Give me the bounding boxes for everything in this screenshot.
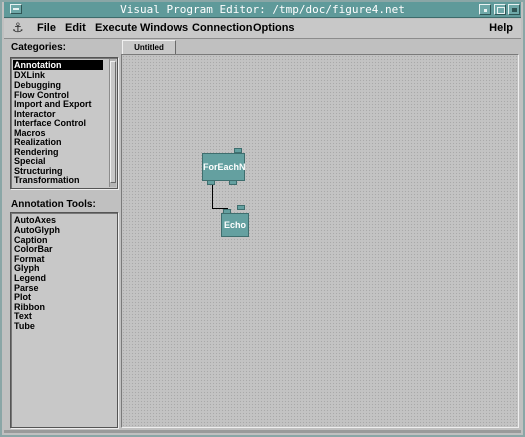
tool-item[interactable]: AutoGlyph: [13, 225, 60, 235]
tools-label: Annotation Tools:: [11, 199, 96, 210]
category-item[interactable]: DXLink: [13, 70, 45, 80]
menu-edit[interactable]: Edit: [65, 22, 86, 34]
menu-file[interactable]: File: [37, 22, 56, 34]
status-strip: [4, 430, 521, 433]
anchor-icon[interactable]: ⚓: [12, 21, 24, 36]
menu-bar: ⚓ File Edit Execute Windows Connection O…: [4, 19, 521, 39]
title-bar[interactable]: Visual Program Editor: /tmp/doc/figure4.…: [4, 2, 521, 18]
tool-item[interactable]: Plot: [13, 292, 31, 302]
categories-list[interactable]: Annotation DXLink Debugging Flow Control…: [10, 57, 118, 189]
menu-help[interactable]: Help: [489, 22, 513, 34]
category-item-annotation[interactable]: Annotation: [13, 60, 103, 70]
window-title: Visual Program Editor: /tmp/doc/figure4.…: [120, 3, 405, 16]
menu-options[interactable]: Options: [253, 22, 295, 34]
categories-scrollbar[interactable]: [109, 59, 116, 187]
node-input-port[interactable]: [237, 205, 245, 210]
tool-item[interactable]: Legend: [13, 273, 46, 283]
node-echo[interactable]: Echo: [221, 213, 249, 237]
maximize-icon[interactable]: [494, 4, 506, 15]
program-canvas[interactable]: ForEachN Echo: [121, 54, 519, 428]
menu-execute[interactable]: Execute: [95, 22, 137, 34]
connection-wire[interactable]: [212, 185, 213, 209]
tab-untitled[interactable]: Untitled: [122, 40, 176, 54]
minimize-icon[interactable]: [479, 4, 491, 15]
tool-item[interactable]: ColorBar: [13, 244, 53, 254]
category-item[interactable]: Special: [13, 156, 46, 166]
categories-scroll-thumb[interactable]: [110, 61, 116, 183]
node-foreachn[interactable]: ForEachN: [202, 153, 246, 181]
category-item[interactable]: Debugging: [13, 80, 61, 90]
node-output-port[interactable]: [207, 180, 215, 185]
tool-item[interactable]: Text: [13, 311, 32, 321]
tools-list[interactable]: AutoAxes AutoGlyph Caption ColorBar Form…: [10, 212, 118, 428]
tool-item[interactable]: AutoAxes: [13, 215, 56, 225]
close-icon[interactable]: [508, 4, 520, 15]
category-item[interactable]: Realization: [13, 137, 62, 147]
tool-item[interactable]: Tube: [13, 321, 35, 331]
node-output-port[interactable]: [229, 180, 237, 185]
category-item[interactable]: Transformation: [13, 175, 80, 185]
visual-program-editor-window: Visual Program Editor: /tmp/doc/figure4.…: [0, 0, 525, 437]
categories-label: Categories:: [11, 42, 67, 53]
menu-connection[interactable]: Connection: [192, 22, 253, 34]
tool-item[interactable]: Glyph: [13, 263, 40, 273]
category-item[interactable]: Interface Control: [13, 118, 86, 128]
category-item[interactable]: Import and Export: [13, 99, 92, 109]
menu-windows[interactable]: Windows: [140, 22, 188, 34]
